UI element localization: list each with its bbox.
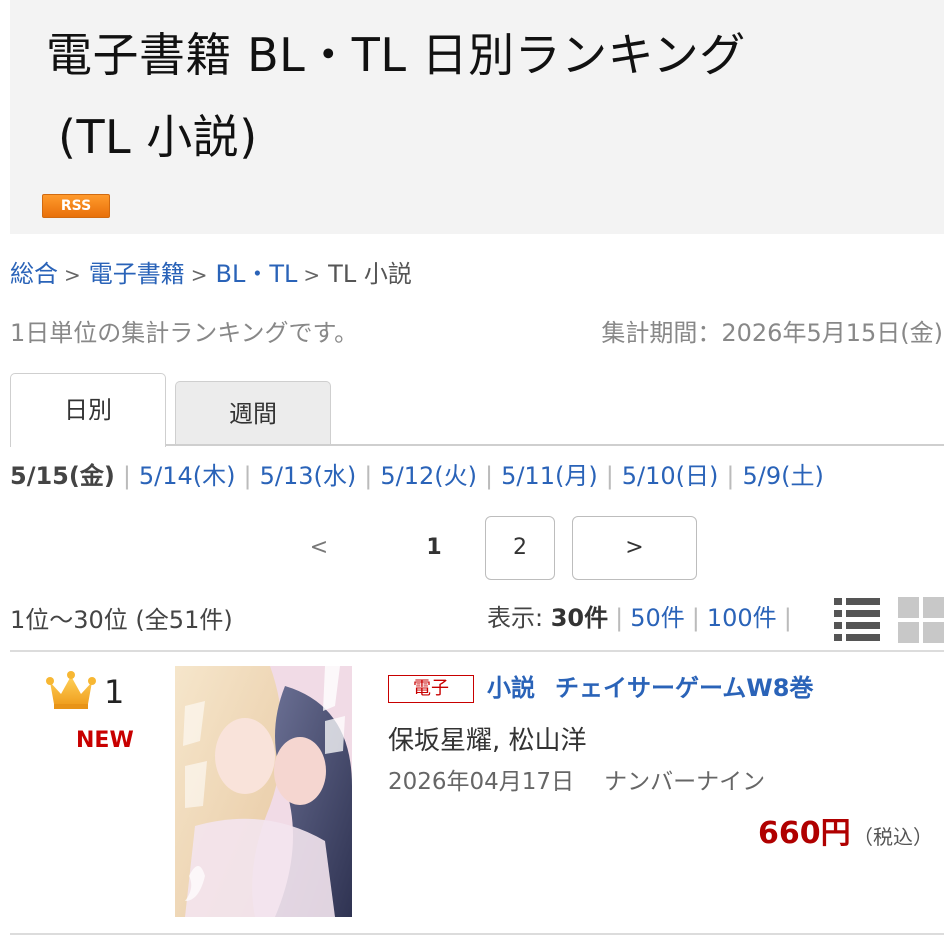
display-count-current: 30件 [550,604,609,632]
tab-daily[interactable]: 日別 [10,373,166,447]
tax-label: （税込） [853,825,933,849]
book-title: チェイサーゲームW8巻 [555,674,814,702]
date-link[interactable]: 5/14(木) [139,462,236,490]
date-separator: | [122,462,131,490]
result-range: 1位〜30位 (全51件) [10,606,233,634]
rank-number: 1 [104,673,125,711]
display-count-100[interactable]: 100件 [707,604,777,632]
book-category: 小説 [487,674,535,702]
date-link[interactable]: 5/10(日) [622,462,719,490]
book-author: 保坂星耀, 松山洋 [388,726,587,756]
date-current: 5/15(金) [10,462,115,490]
date-link[interactable]: 5/12(火) [380,462,477,490]
list-divider [10,650,944,652]
date-separator: | [605,462,614,490]
book-title-link[interactable]: 小説 チェイサーゲームW8巻 [487,670,813,706]
breadcrumb-separator: > [64,263,81,287]
date-selector: 5/15(金) | 5/14(木) | 5/13(水) | 5/12(火) | 5/11(月) |… [10,458,824,494]
breadcrumb-separator: > [190,263,208,287]
breadcrumb-current: TL 小説 [328,260,412,288]
ebook-badge: 電子 [388,675,474,703]
new-badge: NEW [76,728,134,753]
display-count-selector: 表示: 30件 | 50件 | 100件 | [487,600,799,636]
breadcrumb-separator: > [303,263,321,287]
display-count-50[interactable]: 50件 [630,604,685,632]
publisher: ナンバーナイン [604,769,766,795]
date-separator: | [364,462,373,490]
display-separator: | [615,604,624,632]
breadcrumb: 総合 > 電子書籍 > BL・TL > TL 小説 [10,256,412,293]
item-divider [10,933,944,935]
page-title-line2: (TL 小説) [58,110,258,164]
pagination-page-2[interactable]: 2 [485,516,555,580]
page-header: 電子書籍 BL・TL 日別ランキング (TL 小説) RSS [10,0,944,234]
display-separator: | [691,604,700,632]
crown-icon [46,670,96,710]
rss-button[interactable]: RSS [42,194,110,218]
tab-weekly[interactable]: 週間 [175,381,331,445]
grid-view-icon[interactable] [897,596,945,644]
book-price: 660円 [758,816,851,851]
pagination-current: 1 [426,535,442,560]
breadcrumb-link-sogo[interactable]: 総合 [10,260,58,288]
book-meta: 2026年04月17日 ナンバーナイン [388,764,765,800]
breadcrumb-link-bltl[interactable]: BL・TL [216,260,298,288]
page-title-line1: 電子書籍 BL・TL 日別ランキング [46,28,746,82]
breadcrumb-link-ebooks[interactable]: 電子書籍 [89,260,185,288]
date-link[interactable]: 5/11(月) [501,462,598,490]
book-cover-image[interactable] [175,666,352,917]
aggregation-period: 集計期間：2026年5月15日(金) [601,319,943,347]
page-title: 電子書籍 BL・TL 日別ランキング (TL 小説) [46,14,906,178]
date-separator: | [726,462,735,490]
date-link[interactable]: 5/13(水) [260,462,357,490]
date-separator: | [484,462,494,490]
ranking-description: 1日単位の集計ランキングです。 [10,319,359,347]
display-separator: | [783,604,792,632]
display-label: 表示: [487,604,544,632]
date-separator: | [243,462,252,490]
list-view-icon[interactable] [832,596,882,644]
pagination-next[interactable]: > [572,516,697,580]
release-date: 2026年04月17日 [388,769,575,795]
date-link[interactable]: 5/9(土) [743,462,824,490]
pagination-prev: < [309,535,329,560]
